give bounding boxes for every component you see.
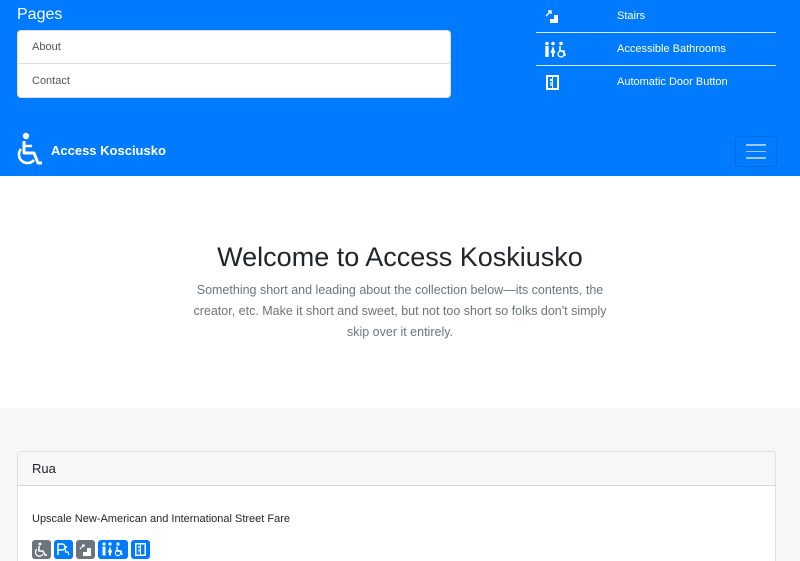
hamburger-menu-icon — [746, 144, 766, 146]
pages-list: About Contact — [17, 30, 451, 98]
hero-lead: Something short and leading about the co… — [193, 283, 607, 339]
automatic-door-icon — [546, 75, 559, 90]
automatic-door-icon — [135, 543, 146, 556]
accessible-bathroom-icon — [545, 41, 566, 58]
legend-label-stairs: Stairs — [617, 10, 646, 22]
wheelchair-icon — [34, 542, 47, 557]
listing-name: Rua — [18, 452, 775, 486]
listing-description: Upscale New-American and International S… — [32, 513, 291, 525]
pages-item-about[interactable]: About — [18, 31, 450, 64]
navbar-brand[interactable]: Access Kosciusko — [17, 132, 166, 168]
badge-stairs — [76, 540, 95, 559]
legend-label-bathrooms: Accessible Bathrooms — [617, 43, 726, 55]
legend-item-door: Automatic Door Button — [536, 66, 776, 99]
top-header: Pages About Contact Stairs Accessible Ba… — [0, 0, 800, 176]
hero-title: Welcome to Access Koskiusko — [217, 242, 583, 272]
badge-parking — [54, 540, 73, 559]
accessible-parking-icon — [57, 543, 70, 556]
listing-card: Rua Upscale New-American and Internation… — [17, 451, 776, 561]
accessible-bathroom-icon — [102, 542, 123, 557]
pages-heading: Pages — [17, 6, 63, 23]
brand-name: Access Kosciusko — [51, 142, 166, 158]
pages-item-contact[interactable]: Contact — [18, 64, 450, 97]
navbar-toggler-button[interactable] — [735, 136, 777, 167]
legend-item-bathrooms: Accessible Bathrooms — [536, 33, 776, 66]
stairs-icon — [545, 10, 558, 23]
wheelchair-icon — [17, 132, 42, 165]
legend-item-stairs: Stairs — [536, 0, 776, 33]
hero-section: Welcome to Access Koskiusko Something sh… — [0, 176, 800, 408]
feature-badges — [32, 540, 150, 559]
badge-bathroom — [98, 540, 128, 559]
legend-label-door: Automatic Door Button — [617, 76, 728, 88]
badge-wheelchair — [32, 540, 51, 559]
badge-door — [131, 540, 150, 559]
icon-legend: Stairs Accessible Bathrooms Automatic Do… — [536, 0, 776, 99]
stairs-icon — [79, 544, 91, 556]
